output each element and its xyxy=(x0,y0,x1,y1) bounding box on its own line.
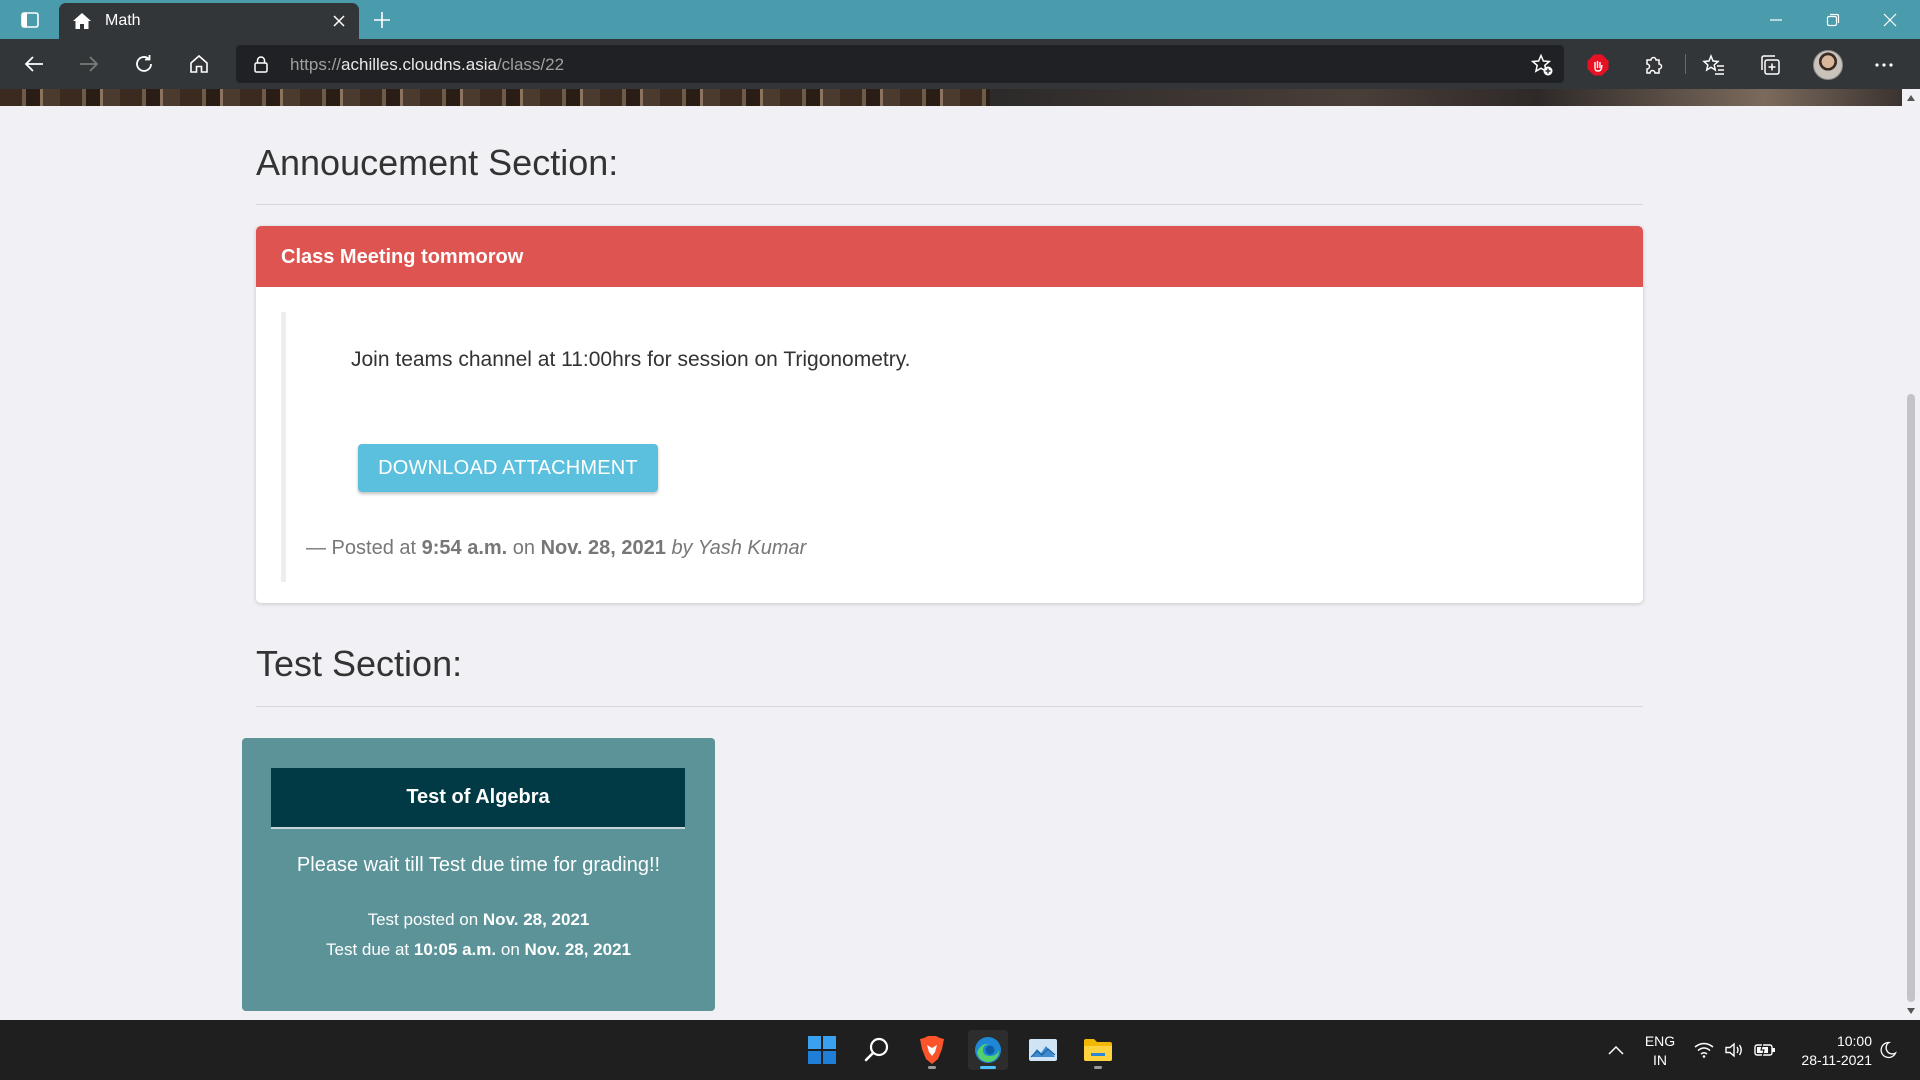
announcement-blockquote: Join teams channel at 11:00hrs for sessi… xyxy=(281,312,1601,582)
test-card: Test of Algebra Please wait till Test du… xyxy=(242,738,715,1011)
browser-titlebar: Math xyxy=(0,0,1920,39)
file-explorer-icon[interactable] xyxy=(1078,1030,1118,1070)
clock-date: 28-11-2021 xyxy=(1801,1052,1872,1068)
class-banner-image xyxy=(0,89,1902,106)
test-message: Please wait till Test due time for gradi… xyxy=(296,854,661,876)
test-due: Test due at 10:05 a.m. on Nov. 28, 2021 xyxy=(325,940,631,959)
posted-author: by Yash Kumar xyxy=(671,537,807,559)
tab-actions-icon[interactable] xyxy=(12,8,48,32)
posted-time: 9:54 a.m. xyxy=(421,537,508,559)
chevron-up-icon[interactable] xyxy=(1604,1020,1628,1080)
more-icon[interactable] xyxy=(1870,51,1898,79)
test-title[interactable]: Test of Algebra xyxy=(271,768,685,829)
photos-icon[interactable] xyxy=(1023,1030,1063,1070)
collections-icon[interactable] xyxy=(1756,51,1784,79)
windows-taskbar: ENG IN 10:00 28-11-2021 xyxy=(0,1020,1920,1080)
announcement-body: Join teams channel at 11:00hrs for sessi… xyxy=(351,348,911,371)
windows-start-icon[interactable] xyxy=(802,1030,842,1070)
wifi-icon[interactable] xyxy=(1692,1020,1716,1080)
download-attachment-button[interactable]: DOWNLOAD ATTACHMENT xyxy=(358,444,658,492)
test-section-heading: Test Section: xyxy=(256,643,463,684)
class-page: Annoucement Section: Class Meeting tommo… xyxy=(0,106,1902,1020)
language-indicator[interactable]: ENG IN xyxy=(1640,1032,1680,1070)
back-icon[interactable] xyxy=(18,48,50,80)
forward-icon xyxy=(73,48,105,80)
minimize-icon[interactable] xyxy=(1748,0,1804,39)
page-scrollbar[interactable] xyxy=(1902,89,1920,1020)
brave-browser-icon[interactable] xyxy=(912,1030,952,1070)
focus-moon-icon[interactable] xyxy=(1876,1020,1900,1080)
announcement-section-heading: Annoucement Section: xyxy=(256,142,619,183)
browser-toolbar: https://achilles.cloudns.asia/class/22 xyxy=(0,39,1920,89)
close-icon[interactable] xyxy=(329,11,349,31)
address-bar[interactable]: https://achilles.cloudns.asia/class/22 xyxy=(236,45,1564,83)
system-clock[interactable]: 10:00 28-11-2021 xyxy=(1788,1032,1872,1070)
posted-date: Nov. 28, 2021 xyxy=(540,537,666,559)
puzzle-icon[interactable] xyxy=(1640,51,1668,79)
volume-icon[interactable] xyxy=(1722,1020,1746,1080)
refresh-icon[interactable] xyxy=(128,48,160,80)
toolbar-separator xyxy=(1685,54,1686,74)
home-button-icon[interactable] xyxy=(183,48,215,80)
extension-stop-icon[interactable] xyxy=(1584,51,1612,79)
favorites-icon[interactable] xyxy=(1700,51,1728,79)
scrollbar-thumb[interactable] xyxy=(1907,394,1915,1002)
search-icon[interactable] xyxy=(857,1030,897,1070)
lock-icon[interactable] xyxy=(252,55,270,73)
add-favorite-icon[interactable] xyxy=(1530,53,1554,77)
test-posted: Test posted on Nov. 28, 2021 xyxy=(367,910,590,929)
scroll-up-arrow-icon[interactable] xyxy=(1906,93,1916,103)
divider xyxy=(256,204,1643,205)
battery-icon[interactable] xyxy=(1752,1020,1778,1080)
clock-time: 10:00 xyxy=(1836,1033,1872,1049)
browser-tab[interactable]: Math xyxy=(59,3,359,39)
scroll-down-arrow-icon[interactable] xyxy=(1906,1006,1916,1016)
profile-avatar[interactable] xyxy=(1813,50,1843,80)
divider xyxy=(256,706,1643,707)
announcement-footer: — Posted at 9:54 a.m. on Nov. 28, 2021 b… xyxy=(306,537,807,559)
tab-title: Math xyxy=(105,12,141,29)
edge-browser-icon[interactable] xyxy=(968,1030,1008,1070)
plus-icon[interactable] xyxy=(369,7,395,33)
url-text[interactable]: https://achilles.cloudns.asia/class/22 xyxy=(290,55,564,75)
close-window-icon[interactable] xyxy=(1862,0,1918,39)
announcement-title: Class Meeting tommorow xyxy=(256,226,1643,287)
restore-icon[interactable] xyxy=(1805,0,1861,39)
announcement-card: Class Meeting tommorow Join teams channe… xyxy=(256,226,1643,603)
home-icon xyxy=(72,12,92,30)
